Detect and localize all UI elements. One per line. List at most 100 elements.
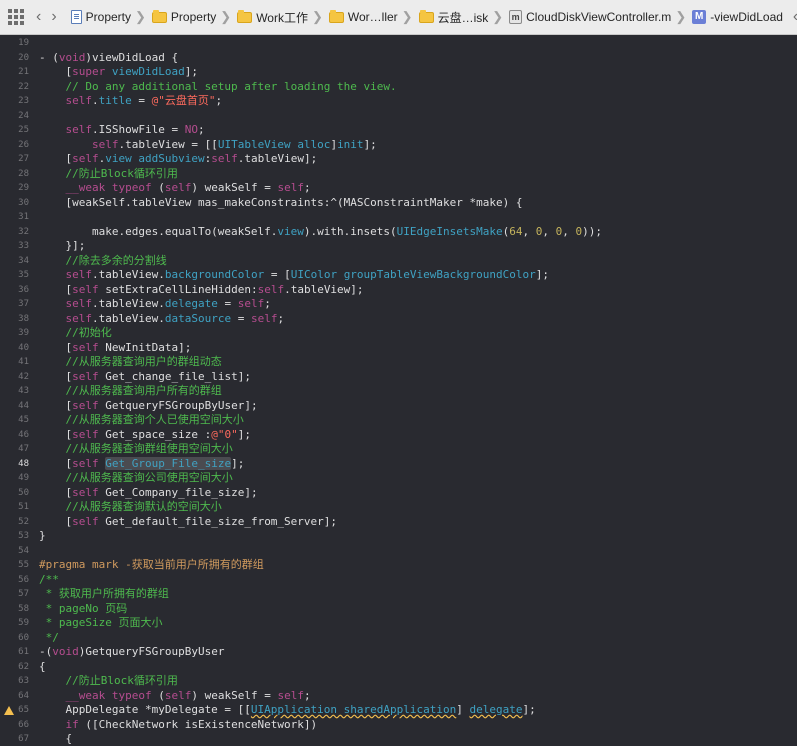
code-token: * pageNo 页码 <box>39 601 128 615</box>
line-number: 51 <box>18 502 29 512</box>
code-token: self <box>65 311 93 325</box>
code-token: dataSource <box>164 311 232 325</box>
line-number: 40 <box>18 342 29 353</box>
related-items-icon[interactable] <box>8 9 24 25</box>
code-token: ([CheckNetwork isExistenceNetwork]) <box>78 717 318 731</box>
code-line: [self setExtraCellLineHidden:self.tableV… <box>39 282 363 297</box>
code-line: if ([CheckNetwork isExistenceNetwork]) <box>39 717 318 732</box>
code-token: /** <box>39 572 59 586</box>
line-number: 53 <box>18 531 29 541</box>
method-icon: M <box>692 10 707 24</box>
line-number: 25 <box>18 125 29 135</box>
forward-arrow-icon[interactable]: › <box>51 9 56 25</box>
breadcrumb-label: 云盘…isk <box>437 10 489 25</box>
code-line: __weak typeof (self) weakSelf = self; <box>39 181 311 195</box>
code-token: . <box>92 94 99 107</box>
code-line: [self GetqueryFSGroupByUser]; <box>39 398 258 413</box>
code-token: self <box>211 152 238 165</box>
code-token: */ <box>39 630 59 644</box>
code-token: NO <box>184 123 198 136</box>
breadcrumb-item[interactable]: m CloudDiskViewController.m ❯ <box>509 9 686 25</box>
code-token: super <box>72 65 106 78</box>
source-editor[interactable]: 19 20 21 22 23 24 25 26 27 28 29 30 31 32 33 34 35 36 37 38… <box>0 35 797 746</box>
code-token: view <box>277 224 304 238</box>
line-number: 34 <box>18 255 29 266</box>
code-token: #pragma mark -获取当前用户所拥有的群组 <box>39 558 264 571</box>
code-area[interactable]: - (void)viewDidLoad { [super viewDidLoad… <box>33 35 797 746</box>
line-number: 47 <box>18 444 29 454</box>
code-token: title <box>98 94 132 107</box>
code-token: ( <box>151 688 165 702</box>
code-token: ]; <box>184 65 198 78</box>
code-token: __weak <box>65 688 106 702</box>
code-line: * pageSize 页面大小 <box>39 616 163 630</box>
code-line: #pragma mark -获取当前用户所拥有的群组 <box>39 558 264 572</box>
line-number: 24 <box>18 110 29 121</box>
breadcrumb-item[interactable]: 云盘…isk ❯ <box>418 9 503 26</box>
code-token: [ <box>39 514 73 528</box>
breadcrumb-item[interactable]: Wor…ller ❯ <box>328 9 413 25</box>
warning-icon[interactable] <box>4 706 14 715</box>
code-token: self <box>65 94 93 107</box>
code-line: [weakSelf.tableView mas_makeConstraints:… <box>39 196 522 210</box>
code-line: self.tableView = [[UITableView alloc]ini… <box>39 138 377 152</box>
line-number: 36 <box>18 284 29 295</box>
code-token: view <box>105 152 132 165</box>
code-token: void <box>58 50 86 64</box>
code-line: */ <box>39 631 59 645</box>
code-token: //从服务器查询用户所有的群组 <box>39 384 222 397</box>
code-token: GetqueryFSGroupByUser]; <box>98 398 258 412</box>
code-token: //从服务器查询公司使用空间大小 <box>39 471 233 484</box>
breadcrumb-item[interactable]: Work工作 ❯ <box>237 9 323 26</box>
code-line: //初始化 <box>39 326 112 340</box>
code-token: if <box>65 717 79 731</box>
line-number: 54 <box>18 545 29 556</box>
code-token: ]; <box>522 703 536 716</box>
code-line: - (void)viewDidLoad { <box>39 51 178 65</box>
line-number: 22 <box>18 81 29 92</box>
code-token: UIApplication sharedApplication <box>250 703 457 716</box>
code-token: //初始化 <box>39 326 112 339</box>
code-token: UIColor <box>290 268 338 281</box>
code-token: init <box>337 137 364 151</box>
code-token: self <box>72 427 99 441</box>
code-token: [ <box>39 427 73 441</box>
code-line: [self Get_space_size :@"0"]; <box>39 427 250 442</box>
code-token: -( <box>39 645 53 658</box>
line-number: 20 <box>18 52 29 63</box>
line-number: 58 <box>18 603 29 614</box>
code-token: self <box>65 297 93 310</box>
breadcrumb-item[interactable]: M -viewDidLoad <box>692 10 783 24</box>
breadcrumb-item[interactable]: Property ❯ <box>151 9 231 25</box>
code-token: setExtraCellLineHidden: <box>98 282 258 296</box>
line-number: 56 <box>18 574 29 585</box>
code-token: //从服务器查询用户的群组动态 <box>39 355 222 368</box>
breadcrumb-label: CloudDiskViewController.m <box>526 10 672 24</box>
code-token: ; <box>197 123 205 136</box>
line-number: 31 <box>18 212 29 222</box>
code-token: self <box>164 688 192 702</box>
code-token: //防止Block循环引用 <box>39 166 178 180</box>
line-number: 39 <box>18 328 29 338</box>
code-line: * 获取用户所拥有的群组 <box>39 587 169 601</box>
previous-issue-icon[interactable]: ‹ <box>793 9 797 25</box>
code-line: { <box>39 732 72 746</box>
code-token: ]; <box>231 456 245 470</box>
code-token: [ <box>39 456 73 470</box>
code-token: ) weakSelf = <box>191 181 278 194</box>
code-line: [self Get_Group_File_size]; <box>39 456 245 471</box>
code-line: //从服务器查询用户的群组动态 <box>39 355 222 369</box>
code-token: self <box>65 268 93 281</box>
code-token: , <box>522 224 536 238</box>
chevron-right-icon: ❯ <box>135 9 146 24</box>
line-number: 64 <box>18 690 29 701</box>
breadcrumb-label: Property <box>170 10 217 24</box>
breadcrumb-item[interactable]: Property ❯ <box>70 9 146 25</box>
back-arrow-icon[interactable]: ‹ <box>36 9 41 25</box>
line-number: 41 <box>18 357 29 367</box>
code-token: ]; <box>363 137 377 151</box>
code-line: self.ISShowFile = NO; <box>39 123 205 137</box>
code-token: self <box>72 282 99 296</box>
code-token: * pageSize 页面大小 <box>39 616 163 629</box>
code-token: Get_default_file_size_from_Server]; <box>98 514 338 528</box>
